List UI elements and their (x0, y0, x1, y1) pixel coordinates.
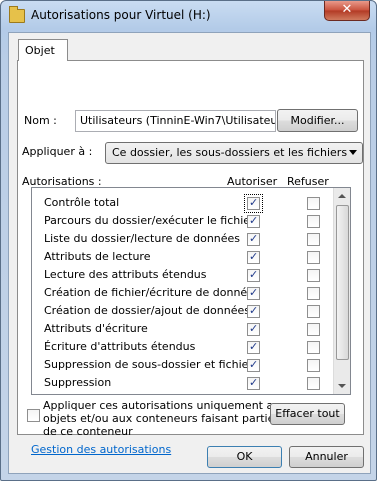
permission-name: Parcours du dossier/exécuter le fichier (44, 214, 255, 227)
permission-row: Liste du dossier/lecture de données (32, 230, 334, 248)
permission-row: Écriture d'attributs étendus (32, 338, 334, 356)
name-value: Utilisateurs (TinninE-Win7\Utilisateurs) (80, 114, 276, 127)
clear-all-button[interactable]: Effacer tout (270, 403, 345, 425)
apply-only-line-3: de ce conteneur (43, 425, 133, 438)
deny-checkbox[interactable] (307, 305, 320, 318)
permission-row: Suppression de sous-dossier et fichier (32, 356, 334, 374)
tab-label: Objet (25, 44, 55, 57)
permission-row: Suppression (32, 374, 334, 392)
tab-objet[interactable]: Objet (18, 39, 68, 61)
permission-name: Liste du dossier/lecture de données (44, 232, 241, 245)
allow-checkbox[interactable] (247, 304, 260, 318)
apply-only-checkbox[interactable] (27, 409, 40, 422)
allow-checkbox[interactable] (247, 358, 260, 372)
apply-to-label: Appliquer à : (22, 145, 93, 158)
allow-checkbox[interactable] (247, 268, 260, 282)
apply-only-line-2: objets et/ou aux conteneurs faisant part… (43, 412, 275, 425)
allow-checkbox[interactable] (247, 232, 260, 246)
allow-checkbox[interactable] (247, 250, 260, 264)
cancel-button[interactable]: Annuler (289, 446, 364, 468)
allow-checkbox[interactable] (247, 376, 260, 390)
deny-checkbox[interactable] (307, 269, 320, 282)
deny-checkbox[interactable] (307, 323, 320, 336)
permissions-dialog: Autorisations pour Virtuel (H:) ✕ Objet … (0, 0, 377, 481)
scroll-up-icon[interactable] (338, 194, 346, 198)
deny-checkbox[interactable] (307, 341, 320, 354)
name-field[interactable]: Utilisateurs (TinninE-Win7\Utilisateurs) (75, 110, 276, 132)
allow-checkbox[interactable] (247, 214, 260, 228)
permission-row: Contrôle total (32, 194, 334, 213)
permission-name: Suppression de sous-dossier et fichier (44, 358, 253, 371)
permission-row: Création de fichier/écriture de données (32, 284, 334, 302)
close-button[interactable]: ✕ (324, 1, 370, 21)
permission-name: Suppression (44, 376, 112, 389)
deny-checkbox[interactable] (307, 377, 320, 390)
tab-panel: Nom : Utilisateurs (TinninE-Win7\Utilisa… (17, 60, 364, 456)
deny-checkbox[interactable] (307, 215, 320, 228)
apply-only-line-1: Appliquer ces autorisations uniquement a… (43, 399, 287, 412)
ok-button[interactable]: OK (207, 446, 282, 468)
permission-name: Attributs de lecture (44, 250, 151, 263)
permission-name: Création de fichier/écriture de données (44, 286, 260, 299)
permission-row: Attributs d'écriture (32, 320, 334, 338)
deny-checkbox[interactable] (307, 359, 320, 372)
window-title: Autorisations pour Virtuel (H:) (31, 8, 211, 22)
scroll-down-icon[interactable] (338, 384, 346, 388)
scrollbar[interactable] (333, 188, 350, 394)
apply-only-text: Appliquer ces autorisations uniquement a… (43, 399, 287, 438)
allow-checkbox[interactable] (247, 286, 260, 300)
scroll-thumb[interactable] (336, 205, 349, 360)
permission-row: Attributs de lecture (32, 248, 334, 266)
apply-to-select[interactable]: Ce dossier, les sous-dossiers et les fic… (105, 142, 363, 164)
permission-row: Lecture des attributs étendus (32, 266, 334, 284)
chevron-down-icon (349, 150, 357, 155)
permission-row: Création de dossier/ajout de données (32, 302, 334, 320)
allow-checkbox[interactable] (244, 194, 263, 213)
title-bar[interactable]: Autorisations pour Virtuel (H:) ✕ (1, 1, 376, 31)
permission-name: Attributs d'écriture (44, 322, 148, 335)
modify-button[interactable]: Modifier... (277, 109, 358, 132)
deny-checkbox[interactable] (307, 233, 320, 246)
folder-icon (9, 6, 25, 23)
dialog-body: Objet Nom : Utilisateurs (TinninE-Win7\U… (8, 32, 371, 474)
deny-checkbox[interactable] (307, 197, 320, 210)
name-label: Nom : (24, 114, 57, 127)
deny-checkbox[interactable] (307, 287, 320, 300)
permissions-list[interactable]: Contrôle total Parcours du dossier/exécut… (31, 187, 351, 395)
deny-checkbox[interactable] (307, 251, 320, 264)
permission-row: Parcours du dossier/exécuter le fichier (32, 212, 334, 230)
apply-to-value: Ce dossier, les sous-dossiers et les fic… (112, 146, 348, 159)
permission-name: Contrôle total (44, 196, 120, 209)
permission-name: Écriture d'attributs étendus (44, 340, 196, 353)
permission-name: Création de dossier/ajout de données (44, 304, 250, 317)
permission-name: Lecture des attributs étendus (44, 268, 207, 281)
manage-permissions-link[interactable]: Gestion des autorisations (31, 443, 171, 456)
allow-checkbox[interactable] (247, 340, 260, 354)
allow-checkbox[interactable] (247, 322, 260, 336)
